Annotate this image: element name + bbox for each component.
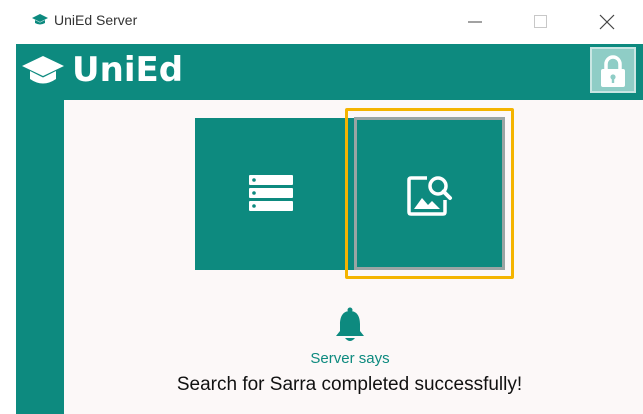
bell-icon — [336, 307, 364, 341]
window-title: UniEd Server — [54, 12, 138, 28]
notification-heading: Server says — [310, 350, 390, 367]
maximize-button[interactable] — [518, 6, 564, 38]
graduation-cap-icon — [32, 14, 48, 25]
image-search-tile[interactable] — [354, 117, 505, 270]
close-icon — [599, 14, 615, 30]
minimize-button[interactable] — [452, 6, 498, 38]
sidebar — [16, 100, 64, 414]
maximize-icon — [534, 15, 547, 28]
app-header: UniEd — [16, 44, 643, 100]
app-logo-text: UniEd — [72, 50, 184, 90]
notification-message: Search for Sarra completed successfully! — [176, 374, 523, 395]
list-view-tile[interactable] — [195, 118, 355, 270]
lock-button[interactable] — [590, 47, 636, 93]
title-bar: UniEd Server — [0, 0, 643, 44]
image-search-icon — [407, 176, 452, 216]
graduation-cap-icon — [22, 56, 64, 84]
lock-icon — [601, 55, 625, 87]
list-icon — [249, 175, 293, 211]
minimize-icon — [468, 21, 482, 23]
close-button[interactable] — [584, 6, 630, 38]
